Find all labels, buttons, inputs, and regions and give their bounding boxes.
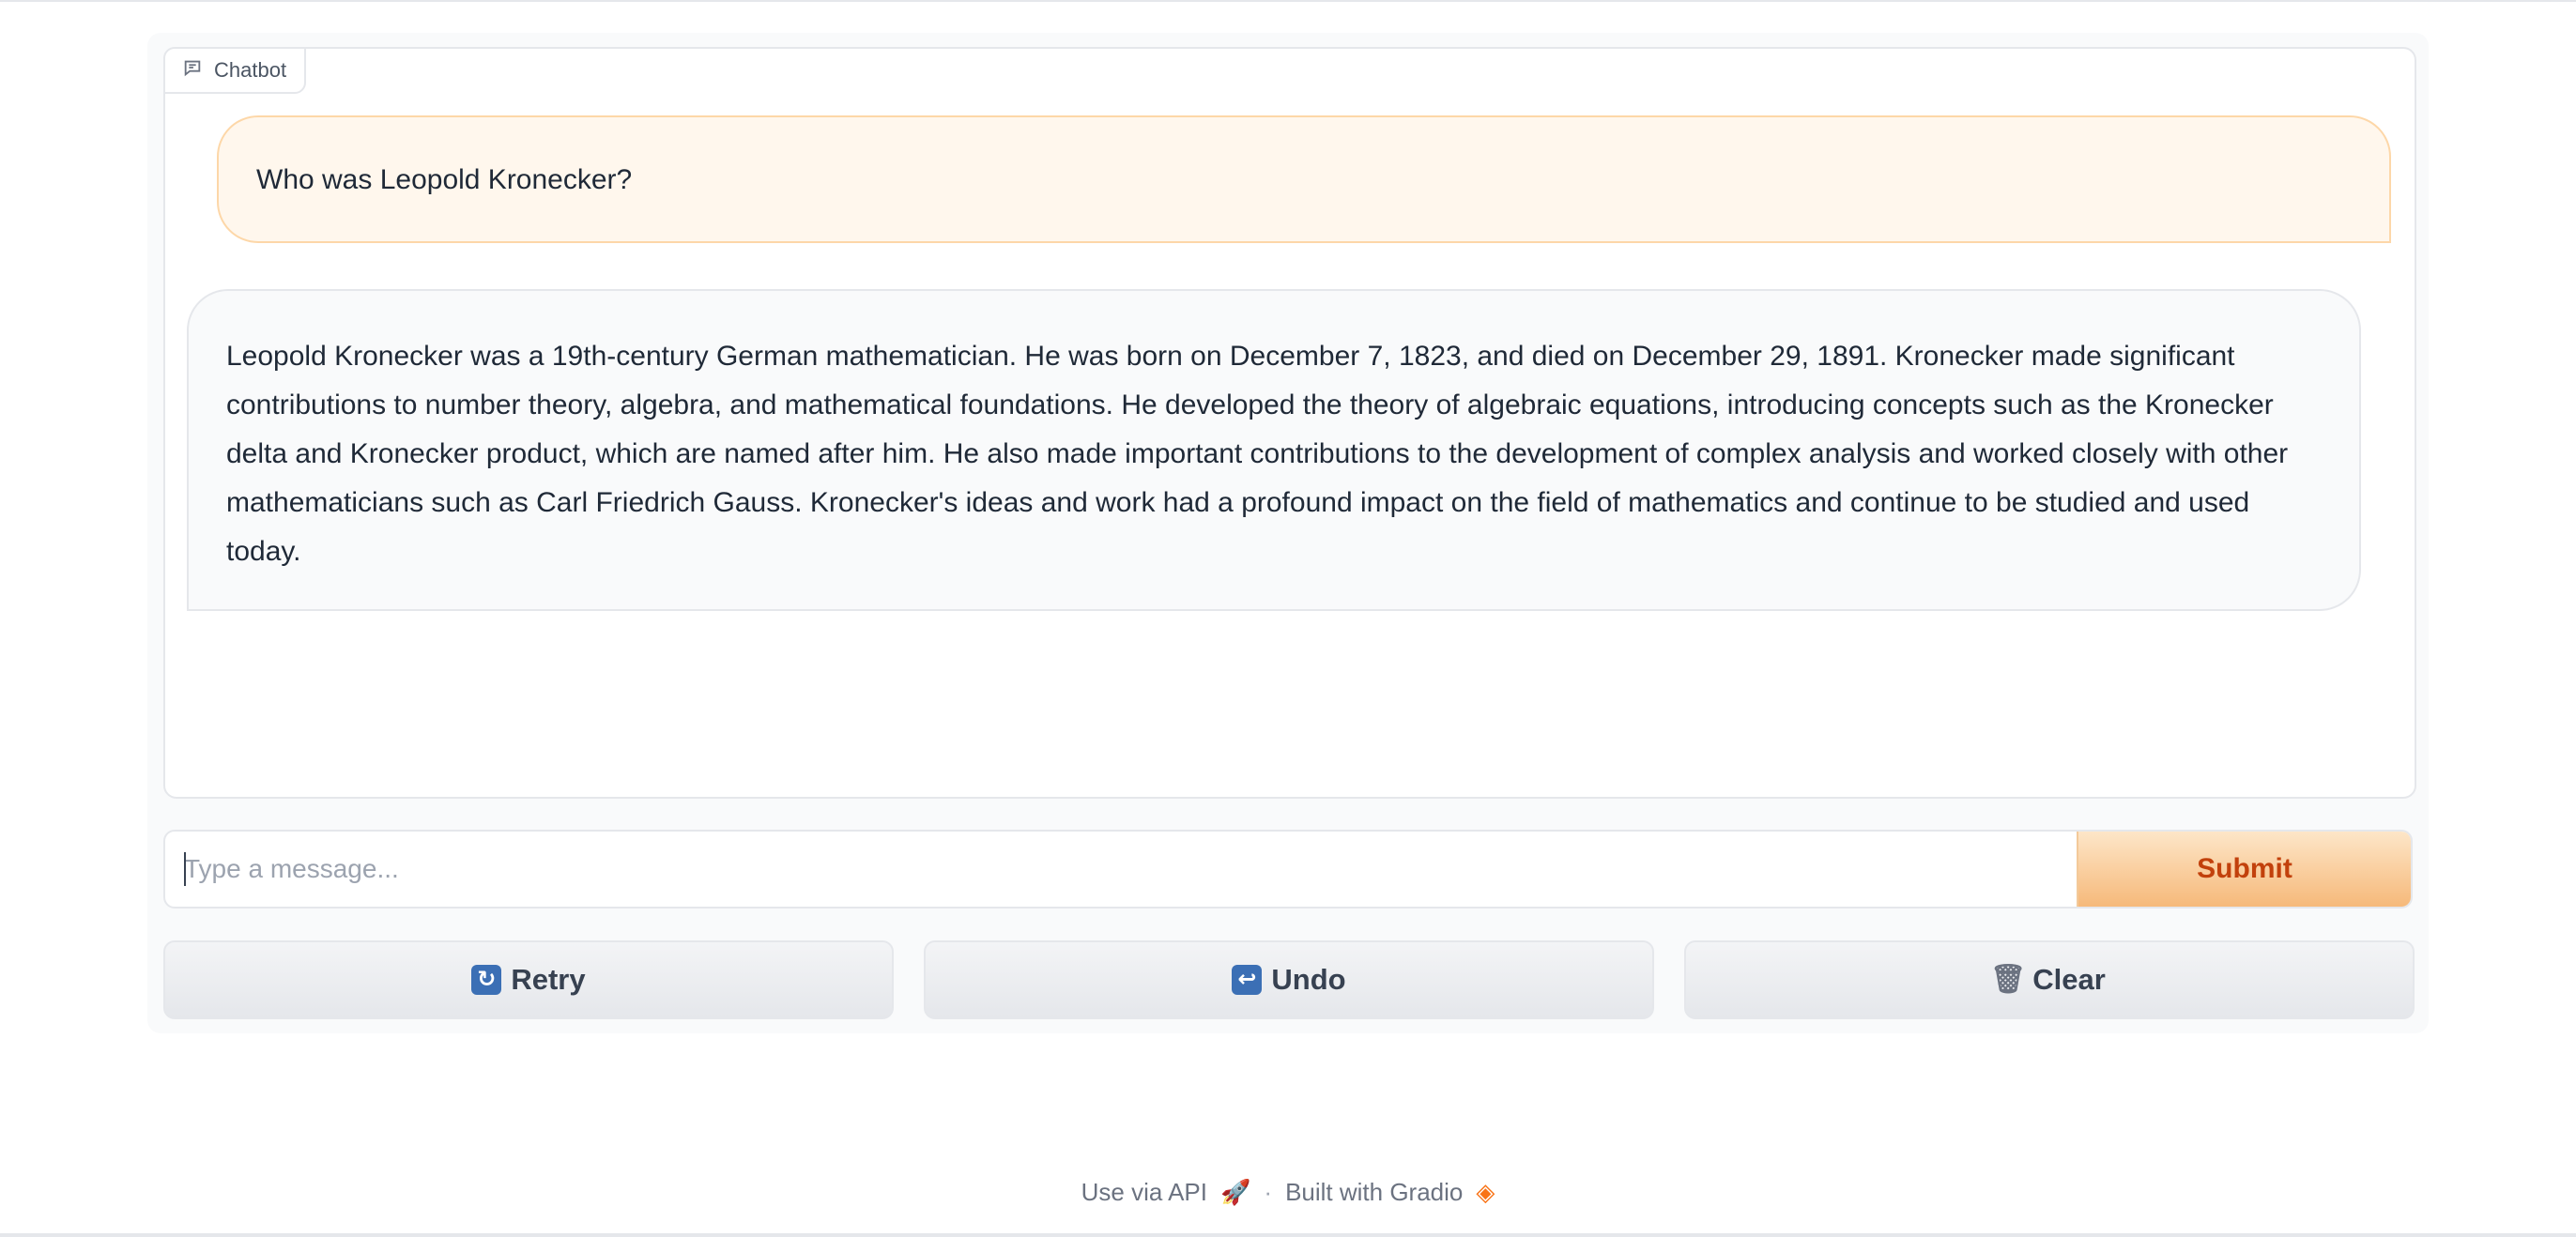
retry-icon: ↻ — [471, 965, 502, 995]
bottom-border — [0, 1233, 2576, 1237]
retry-button[interactable]: ↻ Retry — [163, 940, 894, 1019]
text-cursor — [184, 852, 186, 886]
submit-button[interactable]: Submit — [2077, 832, 2411, 907]
chatbot-label-text: Chatbot — [214, 58, 287, 82]
footer: Use via API 🚀 · Built with Gradio ◈ — [0, 1173, 2576, 1211]
bot-message: Leopold Kronecker was a 19th-century Ger… — [187, 289, 2361, 611]
undo-label: Undo — [1271, 963, 1346, 996]
rocket-icon: 🚀 — [1220, 1177, 1251, 1206]
chatbot-label: Chatbot — [163, 47, 306, 94]
user-message: Who was Leopold Kronecker? — [217, 115, 2391, 243]
use-via-api-link[interactable]: Use via API — [1081, 1178, 1207, 1207]
top-border — [0, 0, 2576, 2]
message-input[interactable] — [165, 832, 2080, 907]
undo-icon: ↩ — [1232, 965, 1263, 995]
undo-button[interactable]: ↩ Undo — [924, 940, 1654, 1019]
clear-label: Clear — [2032, 963, 2106, 996]
built-with-gradio-link[interactable]: Built with Gradio — [1285, 1178, 1463, 1207]
gradio-logo-icon: ◈ — [1476, 1177, 1495, 1206]
trash-icon: 🗑 — [1990, 964, 2027, 995]
chat-bubble-icon — [182, 57, 203, 84]
retry-label: Retry — [511, 963, 586, 996]
message-input-row: Submit — [163, 830, 2413, 909]
clear-button[interactable]: 🗑 Clear — [1684, 940, 2415, 1019]
footer-separator: · — [1264, 1177, 1273, 1206]
